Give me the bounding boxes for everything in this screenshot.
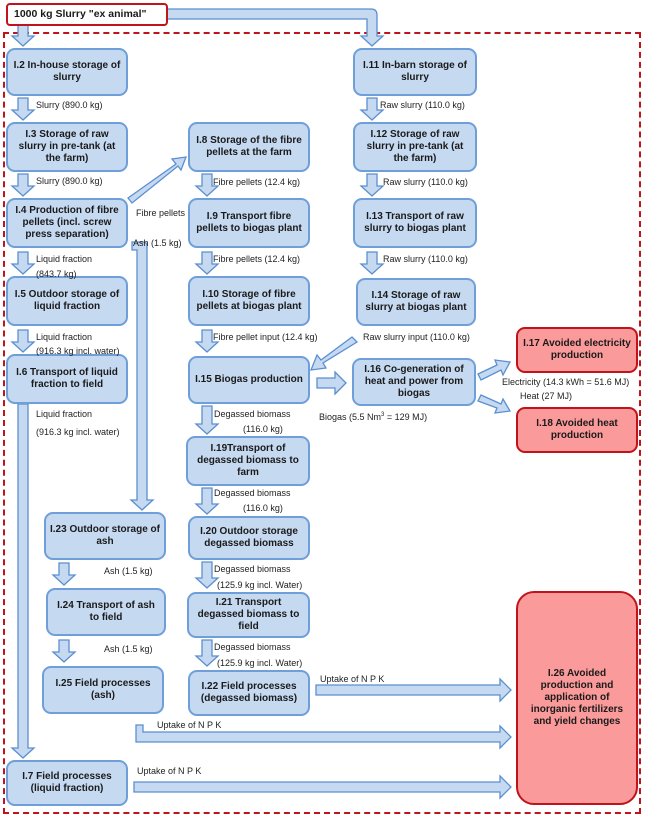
process-box-1-24[interactable]: I.24 Transport of ash to field xyxy=(46,588,166,636)
flow-label-1-15-1-19-b: (116.0 kg) xyxy=(243,424,283,434)
arrow-1-13-to-1-14 xyxy=(359,251,385,275)
flow-label-1-19-1-20-a: Degassed biomass xyxy=(214,488,291,498)
flow-label-1-3-1-4: Slurry (890.0 kg) xyxy=(36,176,103,186)
avoided-box-1-18[interactable]: I.18 Avoided heat production xyxy=(516,407,638,453)
arrow-source-to-1-2 xyxy=(10,23,36,47)
avoided-box-1-26[interactable]: I.26 Avoided production and application … xyxy=(516,591,638,805)
process-box-1-11[interactable]: I.11 In-barn storage of slurry xyxy=(353,48,477,96)
process-box-1-14[interactable]: I.14 Storage of raw slurry at biogas pla… xyxy=(356,278,476,326)
process-box-1-8[interactable]: I.8 Storage of the fibre pellets at the … xyxy=(188,122,310,172)
process-box-1-13[interactable]: I.13 Transport of raw slurry to biogas p… xyxy=(353,198,477,248)
flow-label-1-20-1-21-b: (125.9 kg incl. Water) xyxy=(217,580,303,590)
biogas-text-end: = 129 MJ) xyxy=(384,412,428,422)
flow-label-heat: Heat (27 MJ) xyxy=(520,391,573,401)
arrow-1-15-to-1-16 xyxy=(316,370,347,396)
arrow-1-23-to-1-24 xyxy=(51,562,77,586)
flow-label-1-2-1-3: Slurry (890.0 kg) xyxy=(36,100,103,110)
process-box-1-2[interactable]: I.2 In-house storage of slurry xyxy=(6,48,128,96)
process-box-1-5[interactable]: I.5 Outdoor storage of liquid fraction xyxy=(6,276,128,326)
flow-label-1-23-1-24: Ash (1.5 kg) xyxy=(104,566,153,576)
flow-label-1-12-1-13: Raw slurry (110.0 kg) xyxy=(383,177,468,187)
process-box-1-9[interactable]: I.9 Transport fibre pellets to biogas pl… xyxy=(188,198,310,248)
process-box-1-12[interactable]: I.12 Storage of raw slurry in pre-tank (… xyxy=(353,122,477,172)
arrow-1-6-to-1-7 xyxy=(10,403,36,759)
arrow-1-24-to-1-25 xyxy=(51,639,77,663)
process-box-1-20[interactable]: I.20 Outdoor storage degassed biomass xyxy=(188,516,310,560)
flow-label-1-11-1-12: Raw slurry (110.0 kg) xyxy=(380,100,465,110)
flow-label-1-9-1-10: Fibre pellets (12.4 kg) xyxy=(213,254,301,264)
flow-label-1-7-1-26: Uptake of N P K xyxy=(137,766,202,776)
flow-label-1-5-1-6-a: Liquid fraction xyxy=(36,332,93,342)
process-box-1-19[interactable]: I.19Transport of degassed biomass to far… xyxy=(186,436,310,486)
flow-label-1-10-1-15: Fibre pellet input (12.4 kg) xyxy=(213,332,318,342)
process-box-1-16[interactable]: I.16 Co-generation of heat and power fro… xyxy=(352,358,476,406)
flow-label-1-14-1-15: Raw slurry input (110.0 kg) xyxy=(363,332,470,342)
arrow-1-4-to-1-5 xyxy=(10,251,36,275)
flow-label-1-6-1-7-a: Liquid fraction xyxy=(36,409,93,419)
process-box-1-6[interactable]: I.6 Transport of liquid fraction to fiel… xyxy=(6,354,128,404)
arrow-1-16-to-1-18 xyxy=(477,394,512,414)
flow-label-1-19-1-20-b: (116.0 kg) xyxy=(243,503,283,513)
process-box-1-22[interactable]: I.22 Field processes (degassed biomass) xyxy=(188,670,310,716)
flow-label-1-20-1-21-a: Degassed biomass xyxy=(214,564,291,574)
process-box-1-4[interactable]: I.4 Production of fibre pellets (incl. s… xyxy=(6,198,128,248)
flow-label-1-8-1-9: Fibre pellets (12.4 kg) xyxy=(213,177,301,187)
process-box-1-10[interactable]: I.10 Storage of fibre pellets at biogas … xyxy=(188,276,310,326)
flow-label-1-4-1-8: Fibre pellets xyxy=(136,208,186,218)
flow-label-1-5-1-6-b: (916.3 kg incl. water) xyxy=(36,346,120,356)
flow-label-1-15-1-19-a: Degassed biomass xyxy=(214,409,291,419)
flow-label-1-4-1-5-b: (843.7 kg) xyxy=(36,269,77,279)
flow-label-ash: Ash (1.5 kg) xyxy=(133,238,182,248)
process-box-1-15[interactable]: I.15 Biogas production xyxy=(188,356,310,404)
arrow-1-4-to-1-23 xyxy=(129,241,155,511)
flow-label-1-4-1-5-a: Liquid fraction xyxy=(36,254,93,264)
flow-label-1-24-1-25: Ash (1.5 kg) xyxy=(104,644,153,654)
arrow-1-12-to-1-13 xyxy=(359,173,385,197)
flow-label-1-21-1-22-a: Degassed biomass xyxy=(214,642,291,652)
flow-label-1-25-1-26: Uptake of N P K xyxy=(157,720,222,730)
arrow-1-14-to-1-15 xyxy=(309,336,359,371)
flow-label-1-13-1-14: Raw slurry (110.0 kg) xyxy=(383,254,468,264)
process-box-1-3[interactable]: I.3 Storage of raw slurry in pre-tank (a… xyxy=(6,122,128,172)
flow-label-1-6-1-7-b: (916.3 kg incl. water) xyxy=(36,427,120,437)
process-box-1-21[interactable]: I.21 Transport degassed biomass to field xyxy=(187,592,310,638)
arrow-1-7-to-1-26 xyxy=(133,774,512,800)
flow-label-electricity: Electricity (14.3 kWh = 51.6 MJ) xyxy=(502,377,630,387)
flow-label-biogas: Biogas (5.5 Nm3 = 129 MJ) xyxy=(319,410,427,423)
avoided-box-1-17[interactable]: I.17 Avoided electricity production xyxy=(516,327,638,373)
arrow-1-2-to-1-3 xyxy=(10,97,36,121)
source-input-box: 1000 kg Slurry "ex animal" xyxy=(6,3,168,26)
arrow-1-3-to-1-4 xyxy=(10,173,36,197)
process-box-1-7[interactable]: I.7 Field processes (liquid fraction) xyxy=(6,760,128,806)
process-box-1-23[interactable]: I.23 Outdoor storage of ash xyxy=(44,512,166,560)
arrow-1-4-to-1-8 xyxy=(127,156,188,204)
process-box-1-25[interactable]: I.25 Field processes (ash) xyxy=(42,666,164,714)
biogas-text: Biogas (5.5 Nm xyxy=(319,412,382,422)
flow-label-1-21-1-22-b: (125.9 kg incl. Water) xyxy=(217,658,303,668)
flow-label-1-22-1-26: Uptake of N P K xyxy=(320,674,385,684)
arrow-1-5-to-1-6 xyxy=(10,329,36,353)
arrow-source-to-1-11 xyxy=(165,8,385,47)
